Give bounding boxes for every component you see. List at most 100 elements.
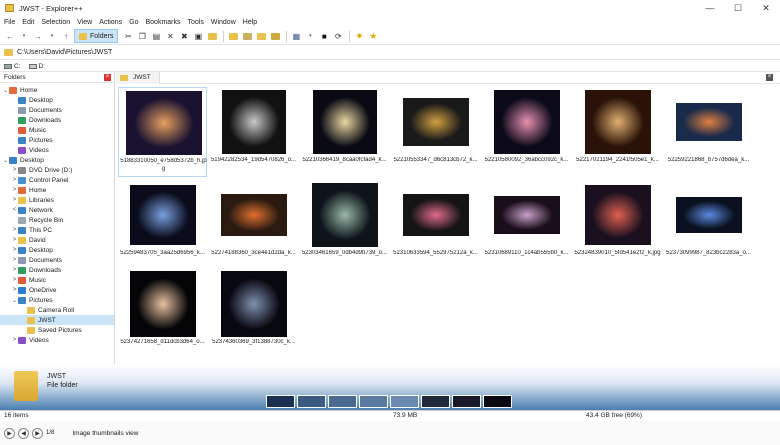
minimize-button[interactable]: — xyxy=(696,0,724,16)
refresh-icon[interactable]: ⟳ xyxy=(332,30,344,43)
tree-item[interactable]: Pictures xyxy=(0,135,114,145)
tree-item[interactable]: > Downloads xyxy=(0,265,114,275)
tree-item[interactable]: > Documents xyxy=(0,255,114,265)
file-thumbnail-item[interactable]: 52217021194_2241f505e1_k... xyxy=(573,87,662,177)
file-thumbnail-item[interactable]: 52210553347_d6c813cb72_k... xyxy=(391,87,480,177)
command-prompt-icon[interactable]: ■ xyxy=(318,30,330,43)
folders-toggle-button[interactable]: Folders xyxy=(74,29,119,43)
tree-expander-icon[interactable]: > xyxy=(11,257,18,263)
close-folders-pane-button[interactable]: × xyxy=(104,74,111,81)
tree-expander-icon[interactable]: ⌄ xyxy=(2,87,9,94)
tree-expander-icon[interactable]: > xyxy=(11,167,18,173)
file-thumbnail-item[interactable]: 52374360369_3f1388730c_k... xyxy=(209,269,298,359)
up-arrow-icon[interactable]: ↑ xyxy=(60,30,72,43)
tree-expander-icon[interactable]: > xyxy=(11,277,18,283)
tree-expander-icon[interactable]: > xyxy=(11,267,18,273)
tree-item[interactable]: ⌄ Desktop xyxy=(0,155,114,165)
file-thumbnail-item[interactable]: 52210366419_8caa0fcfad4_k... xyxy=(300,87,389,177)
forward-arrow-icon[interactable]: → xyxy=(32,30,44,43)
address-bar[interactable]: C:\Users\David\Pictures\JWST xyxy=(0,46,780,60)
file-thumbnail-item[interactable]: 52259483705_3aa25d6956_k... xyxy=(118,180,207,270)
tree-item[interactable]: Downloads xyxy=(0,115,114,125)
address-path[interactable]: C:\Users\David\Pictures\JWST xyxy=(17,49,112,56)
file-thumbnail-item[interactable]: 52210580092_36abcc092c_k... xyxy=(482,87,571,177)
preview-thumbnail[interactable] xyxy=(359,395,388,408)
back-arrow-icon[interactable]: ← xyxy=(4,30,16,43)
tree-item[interactable]: Recycle Bin xyxy=(0,215,114,225)
paste-icon[interactable]: ▤ xyxy=(150,30,162,43)
preview-thumbnail[interactable] xyxy=(328,395,357,408)
tree-item[interactable]: > This PC xyxy=(0,225,114,235)
preview-thumbnail[interactable] xyxy=(297,395,326,408)
cut-icon[interactable]: ✂ xyxy=(122,30,134,43)
tree-expander-icon[interactable]: > xyxy=(11,227,18,233)
dropdown-icon[interactable]: ▾ xyxy=(18,30,30,43)
tree-item[interactable]: Desktop xyxy=(0,95,114,105)
tree-item[interactable]: < Network xyxy=(0,205,114,215)
views-icon[interactable]: ▦ xyxy=(290,30,302,43)
tree-item[interactable]: > Music xyxy=(0,275,114,285)
file-thumbnail-item[interactable]: 52259221868_b757d6dea_k... xyxy=(664,87,753,177)
tree-item[interactable]: > Desktop xyxy=(0,245,114,255)
properties-icon[interactable]: ▣ xyxy=(192,30,204,43)
file-thumbnail-item[interactable]: 52303461659_0db4d9b739_o... xyxy=(300,180,389,270)
menu-window[interactable]: Window xyxy=(211,19,236,26)
copy-icon[interactable]: ❐ xyxy=(136,30,148,43)
menu-go[interactable]: Go xyxy=(129,19,138,26)
move-to-icon[interactable] xyxy=(206,30,218,43)
menu-selection[interactable]: Selection xyxy=(41,19,70,26)
tree-item[interactable]: > David xyxy=(0,235,114,245)
tree-expander-icon[interactable]: < xyxy=(11,207,18,213)
file-thumbnail-item[interactable]: 51942282534_19d5470826_o... xyxy=(209,87,298,177)
tree-item[interactable]: > OneDrive xyxy=(0,285,114,295)
file-thumbnail-item[interactable]: 52310689110_1c4ab555b0_k... xyxy=(482,180,571,270)
menu-edit[interactable]: Edit xyxy=(22,19,34,26)
tree-item[interactable]: Videos xyxy=(0,145,114,155)
dropdown-icon[interactable]: ▾ xyxy=(46,30,58,43)
tree-item[interactable]: JWST xyxy=(0,315,114,325)
drive-d[interactable]: D: xyxy=(28,63,45,70)
close-button[interactable]: ✕ xyxy=(752,0,780,16)
bookmarks-star-icon[interactable]: ★ xyxy=(367,30,379,43)
menu-tools[interactable]: Tools xyxy=(188,19,204,26)
preview-thumbnail[interactable] xyxy=(266,395,295,408)
file-thumbnail-item[interactable]: 52274188360_3ce4e1d2da_k... xyxy=(209,180,298,270)
menu-bookmarks[interactable]: Bookmarks xyxy=(146,19,181,26)
delete-permanently-icon[interactable]: ✖ xyxy=(178,30,190,43)
delete-icon[interactable]: ✕ xyxy=(164,30,176,43)
dropdown-icon[interactable]: ▾ xyxy=(304,30,316,43)
file-thumbnail-item[interactable]: 52373099987_823bc2283a_o... xyxy=(664,180,753,270)
tree-expander-icon[interactable]: ⌄ xyxy=(11,297,18,304)
drive-c[interactable]: C: xyxy=(4,63,21,70)
file-thumbnail-item[interactable]: 52374271658_d11dcb3d64_o... xyxy=(118,269,207,359)
preview-thumbnail[interactable] xyxy=(452,395,481,408)
tree-item[interactable]: > Videos xyxy=(0,335,114,345)
tree-expander-icon[interactable]: > xyxy=(11,237,18,243)
previous-icon[interactable]: ◀ xyxy=(18,427,29,439)
tree-item[interactable]: Camera Roll xyxy=(0,305,114,315)
tree-item[interactable]: ⌄ Home xyxy=(0,85,114,95)
tree-item[interactable]: ⌄ Pictures xyxy=(0,295,114,305)
menu-file[interactable]: File xyxy=(4,19,15,26)
menu-actions[interactable]: Actions xyxy=(99,19,122,26)
file-thumbnail-item[interactable]: 52310633594_552975212a_k... xyxy=(391,180,480,270)
move-to-folder-icon[interactable] xyxy=(241,30,253,43)
tree-item[interactable]: Documents xyxy=(0,105,114,115)
preview-thumbnail[interactable] xyxy=(483,395,512,408)
add-bookmark-icon[interactable]: ✷ xyxy=(353,30,365,43)
tree-expander-icon[interactable]: ⌄ xyxy=(2,157,9,164)
new-folder-icon[interactable] xyxy=(255,30,267,43)
file-thumbnail-item[interactable]: 51883310050_e758d5372b_h.jpg xyxy=(118,87,207,177)
maximize-button[interactable]: ☐ xyxy=(724,0,752,16)
tree-item[interactable]: > DVD Drive (D:) xyxy=(0,165,114,175)
tree-item[interactable]: > Libraries xyxy=(0,195,114,205)
tab-jwst[interactable]: JWST xyxy=(116,71,160,84)
tree-expander-icon[interactable]: > xyxy=(11,287,18,293)
tree-expander-icon[interactable]: > xyxy=(11,187,18,193)
share-folder-icon[interactable] xyxy=(269,30,281,43)
preview-thumbnail[interactable] xyxy=(421,395,450,408)
menu-help[interactable]: Help xyxy=(243,19,257,26)
file-thumbnail-item[interactable]: 52324839010_5fd541e2f2_k.jpg xyxy=(573,180,662,270)
copy-to-folder-icon[interactable] xyxy=(227,30,239,43)
tree-item[interactable]: > Control Panel xyxy=(0,175,114,185)
